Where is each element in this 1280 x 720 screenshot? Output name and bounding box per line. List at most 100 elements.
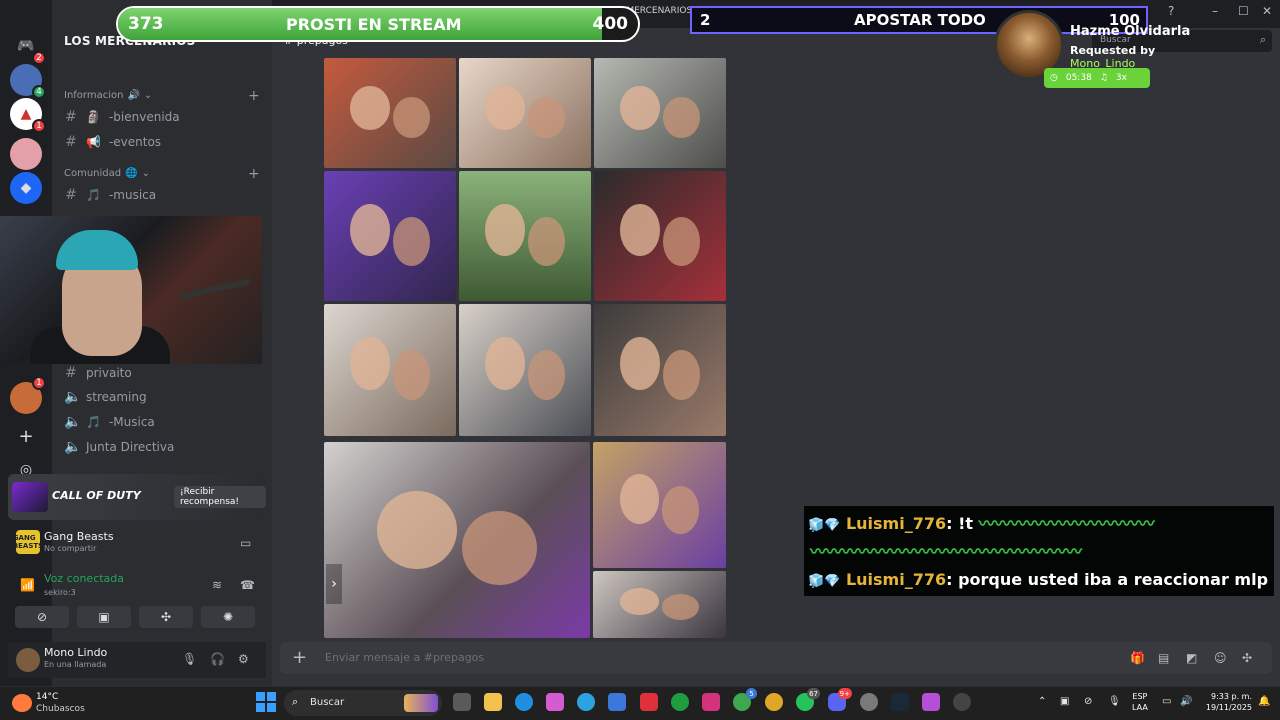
- microphone-icon[interactable]: 🎙: [1108, 696, 1121, 707]
- goal-title: APOSTAR TODO: [854, 11, 986, 29]
- gallery-image[interactable]: [593, 442, 726, 568]
- edge-icon[interactable]: [515, 693, 533, 711]
- task-view-icon[interactable]: [453, 693, 471, 711]
- discord-icon[interactable]: 9+: [828, 688, 852, 711]
- server-icon-2[interactable]: ▲ 1: [10, 98, 46, 133]
- channel-musica[interactable]: # 🎵 -musica: [64, 184, 264, 206]
- chevron-up-icon[interactable]: ⌃: [1038, 696, 1046, 707]
- gallery-image[interactable]: [593, 571, 726, 638]
- voice-channel-musica[interactable]: 🔈 🎵 -Musica: [64, 411, 264, 433]
- add-channel-icon[interactable]: +: [248, 166, 260, 182]
- app-icon[interactable]: [922, 693, 940, 711]
- gear-icon[interactable]: ⚙: [238, 652, 249, 666]
- webcam-overlay: [0, 216, 262, 364]
- avatar[interactable]: [16, 648, 40, 672]
- tray-app-icon[interactable]: ▣: [1060, 696, 1069, 707]
- voice-channel-name[interactable]: sekiro:3: [44, 588, 76, 597]
- server-icon-1[interactable]: 4: [10, 64, 46, 99]
- close-icon[interactable]: ✕: [1262, 4, 1272, 18]
- xbox-icon[interactable]: [671, 693, 689, 711]
- chrome-icon[interactable]: 5: [733, 688, 757, 711]
- soundboard-button[interactable]: ✺: [201, 606, 255, 628]
- headphones-icon[interactable]: 🎧: [210, 652, 225, 666]
- promo-banner[interactable]: CALL OF DUTY ¡Recibir recompensa!: [8, 474, 266, 520]
- channel-eventos[interactable]: # 📢 -eventos: [64, 131, 264, 153]
- wps-icon[interactable]: [640, 693, 658, 711]
- gallery-image[interactable]: [594, 304, 726, 436]
- noise-suppression-icon[interactable]: ≋: [212, 578, 222, 592]
- discord-home-icon[interactable]: 🎮 2: [10, 30, 46, 65]
- goal-target: 400: [592, 14, 629, 34]
- obs-icon[interactable]: [953, 693, 971, 711]
- gif-icon[interactable]: ▤: [1158, 651, 1169, 665]
- chevron-down-icon: ⌄: [143, 90, 153, 101]
- disconnect-icon[interactable]: ☎: [240, 578, 255, 592]
- channel-privaito[interactable]: # privaito: [64, 362, 264, 384]
- gallery-image[interactable]: [594, 171, 726, 301]
- gallery-image[interactable]: [324, 171, 456, 301]
- activity-panel: GANG BEASTS Gang Beasts No compartir ▭: [8, 526, 266, 566]
- chevron-right-icon[interactable]: ›: [326, 564, 342, 604]
- whatsapp-icon[interactable]: 67: [796, 688, 820, 711]
- category-informacion[interactable]: Informacion 🔊 ⌄: [64, 90, 152, 101]
- taskbar-search[interactable]: ⌕ Buscar: [284, 690, 442, 716]
- instagram-icon[interactable]: [702, 693, 720, 711]
- activities-button[interactable]: ✣: [139, 606, 193, 628]
- stream-chat-overlay: 🧊💎 Luismi_776: !t 〰〰〰〰〰〰〰〰〰〰〰 〰〰〰〰〰〰〰〰〰〰…: [804, 506, 1274, 596]
- username[interactable]: Mono Lindo: [44, 646, 107, 659]
- voice-status[interactable]: Voz conectada: [44, 572, 124, 585]
- store-icon[interactable]: [608, 693, 626, 711]
- apps-icon[interactable]: ✣: [1242, 651, 1252, 665]
- gallery-image[interactable]: [324, 304, 456, 436]
- gift-icon[interactable]: 🎁: [1130, 651, 1145, 665]
- gallery-image[interactable]: [324, 442, 590, 638]
- gallery-image[interactable]: [459, 304, 591, 436]
- voice-channel-junta-directiva[interactable]: 🔈 Junta Directiva: [64, 436, 264, 458]
- server-icon-5[interactable]: 1: [10, 376, 46, 414]
- file-explorer-icon[interactable]: [484, 693, 502, 711]
- gallery-image[interactable]: [594, 58, 726, 168]
- message-composer[interactable]: + Enviar mensaje a #prepagos 🎁 ▤ ◩ ☺ ✣: [280, 642, 1272, 674]
- share-screen-button[interactable]: ▣: [77, 606, 131, 628]
- chrome-profile-icon[interactable]: [765, 693, 783, 711]
- gallery-image[interactable]: [459, 58, 591, 168]
- search-icon: ⌕: [1259, 33, 1266, 46]
- clock[interactable]: 9:33 p. m. 19/11/2025: [1200, 691, 1252, 713]
- settings-icon[interactable]: [860, 693, 878, 711]
- server-icon-3[interactable]: [10, 138, 42, 170]
- volume-icon[interactable]: 🔊: [1180, 696, 1192, 707]
- add-channel-icon[interactable]: +: [248, 88, 260, 104]
- maximize-icon[interactable]: ☐: [1238, 4, 1249, 18]
- channel-bienvenida[interactable]: # 🗿 -bienvenida: [64, 106, 264, 128]
- sticker-icon[interactable]: ◩: [1186, 651, 1197, 665]
- gallery-image[interactable]: [459, 171, 591, 301]
- add-attachment-icon[interactable]: +: [292, 647, 307, 668]
- server-icon-4[interactable]: ◆: [10, 172, 42, 204]
- screen-share-icon[interactable]: ▭: [240, 536, 251, 550]
- steam-icon[interactable]: [891, 693, 909, 711]
- message-input[interactable]: Enviar mensaje a #prepagos: [325, 651, 484, 664]
- language-indicator[interactable]: ESP LAA: [1132, 691, 1148, 713]
- chat-line-emotes: 〰〰〰〰〰〰〰〰〰〰〰〰〰〰〰〰〰: [810, 538, 1082, 562]
- tray-mute-icon[interactable]: ⊘: [1084, 696, 1092, 707]
- voice-channel-streaming[interactable]: 🔈 streaming: [64, 386, 264, 408]
- camera-off-button[interactable]: ⊘: [15, 606, 69, 628]
- microphone-icon[interactable]: 🎙: [182, 652, 197, 666]
- song-title: Hazme Olvidarla: [1070, 24, 1191, 39]
- promo-thumbnail: [12, 482, 48, 512]
- gallery-image[interactable]: [324, 58, 456, 168]
- category-comunidad[interactable]: Comunidad 🌐 ⌄: [64, 168, 150, 179]
- display-icon[interactable]: ▭: [1162, 696, 1171, 707]
- add-server-icon[interactable]: +: [10, 420, 42, 452]
- notification-icon[interactable]: 🔔: [1258, 696, 1270, 707]
- game-name: Gang Beasts: [44, 530, 114, 543]
- song-request-widget: Hazme Olvidarla Requested by Mono_Lindo …: [994, 10, 1224, 90]
- weather-widget[interactable]: 14°C Chubascos: [12, 690, 92, 716]
- copilot-icon[interactable]: [546, 693, 564, 711]
- windows-start-icon[interactable]: [256, 692, 276, 712]
- telegram-icon[interactable]: [577, 693, 595, 711]
- claim-reward-button[interactable]: ¡Recibir recompensa!: [174, 486, 266, 508]
- chevron-down-icon: ⌄: [141, 168, 150, 179]
- badge-icon: 🧊💎: [808, 518, 841, 533]
- emoji-icon[interactable]: ☺: [1214, 651, 1227, 665]
